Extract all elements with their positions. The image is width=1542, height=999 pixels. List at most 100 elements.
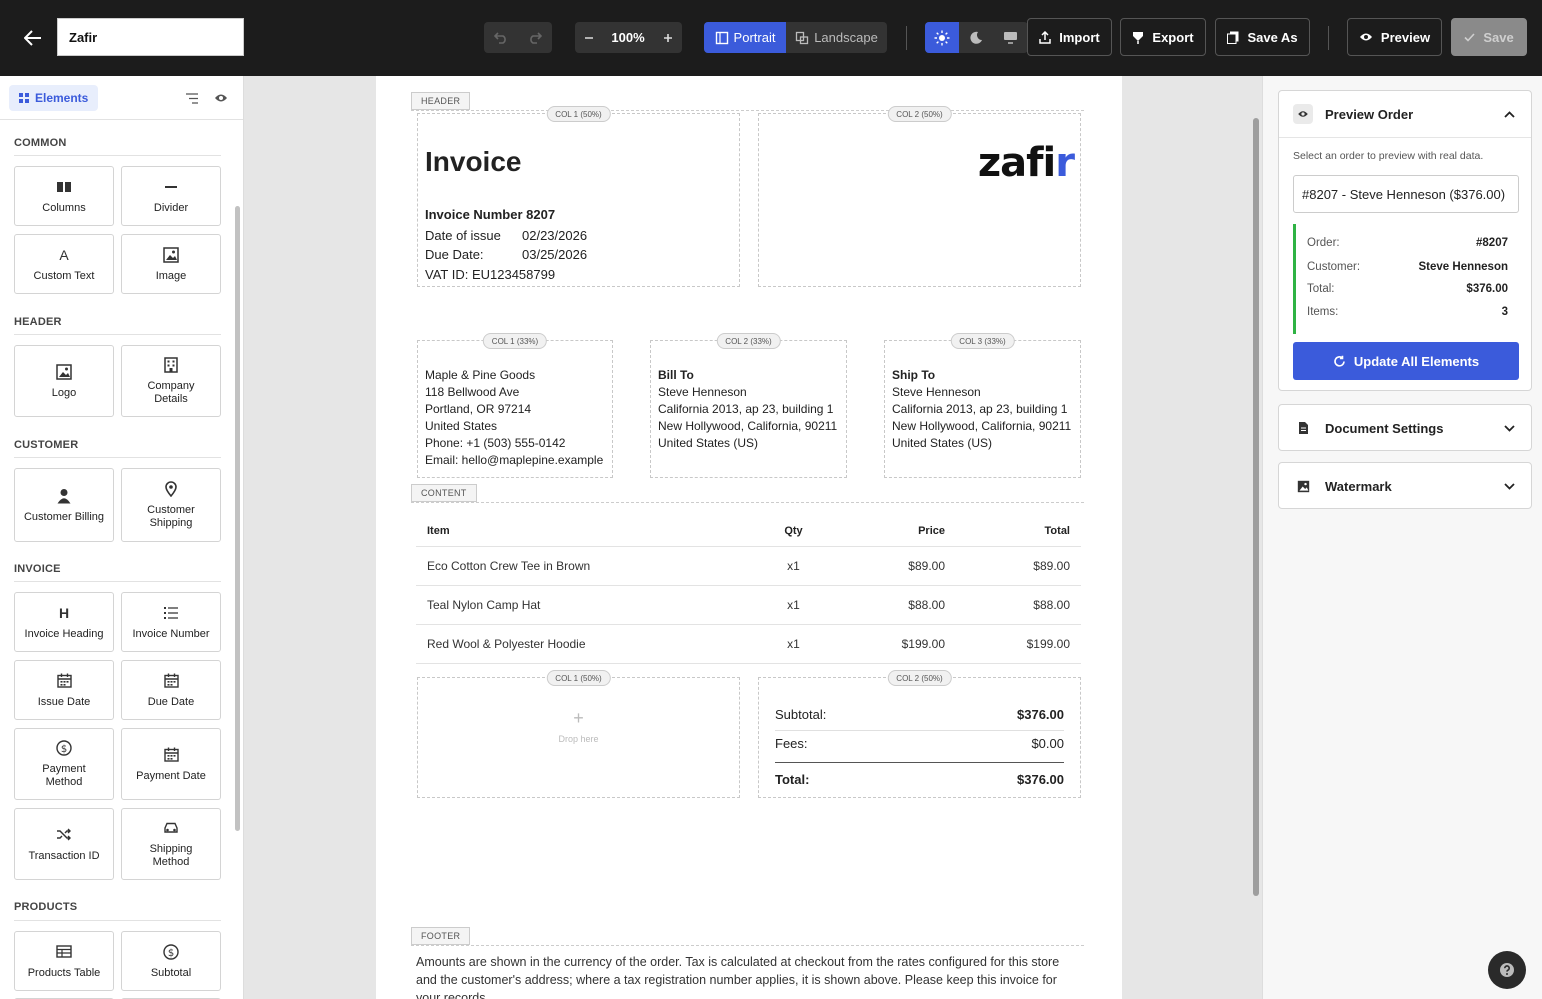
- element-invoice-number[interactable]: Invoice Number: [121, 592, 221, 652]
- tab-elements[interactable]: Elements: [9, 85, 99, 111]
- items-label: Items:: [1307, 306, 1339, 318]
- element-shipping-method[interactable]: Shipping Method: [121, 808, 221, 880]
- zoom-in-button[interactable]: [653, 22, 682, 53]
- header-col-2[interactable]: COL 2 (50%) zafir: [758, 106, 1081, 287]
- company-name: Maple & Pine Goods: [425, 368, 536, 382]
- order-select[interactable]: #8207 - Steve Henneson ($376.00): [1293, 175, 1519, 213]
- company-details[interactable]: Maple & Pine Goods 118 Bellwood Ave Port…: [425, 367, 603, 469]
- chevron-up-icon: [1501, 106, 1517, 122]
- customer-label: Customer:: [1307, 261, 1361, 273]
- section-header-title: HEADER: [14, 316, 62, 328]
- customer-billing[interactable]: Bill To Steve Henneson California 2013, …: [658, 367, 837, 452]
- portrait-button[interactable]: Portrait: [704, 22, 786, 53]
- drop-zone-col[interactable]: COL 1 (50%) + Drop here: [417, 670, 740, 798]
- undo-redo-group: [484, 22, 552, 53]
- ship-to-col[interactable]: COL 3 (33%) Ship To Steve Henneson Calif…: [884, 333, 1081, 478]
- ship-to-line: New Hollywood, California, 90211: [892, 419, 1072, 433]
- portrait-label: Portrait: [733, 30, 776, 45]
- summary-row-items: Items: 3: [1307, 306, 1508, 318]
- watermark-header[interactable]: Watermark: [1279, 463, 1531, 509]
- element-columns[interactable]: Columns: [14, 166, 114, 226]
- heading-icon: H: [58, 604, 70, 621]
- col-tag: COL 2 (50%): [887, 106, 952, 122]
- toolbar-divider: [1328, 26, 1329, 50]
- content-section-line: [411, 502, 1084, 503]
- element-custom-text[interactable]: A Custom Text: [14, 234, 114, 294]
- redo-button[interactable]: [518, 22, 552, 53]
- light-theme-button[interactable]: [925, 22, 959, 53]
- document-name-input[interactable]: [57, 18, 244, 56]
- back-button[interactable]: [18, 24, 48, 52]
- company-street: 118 Bellwood Ave: [425, 385, 520, 399]
- save-as-button[interactable]: Save As: [1215, 18, 1310, 56]
- content-section-tag[interactable]: CONTENT: [411, 484, 477, 502]
- element-invoice-heading[interactable]: H Invoice Heading: [14, 592, 114, 652]
- company-phone: Phone: +1 (503) 555-0142: [425, 436, 566, 450]
- update-all-elements-button[interactable]: Update All Elements: [1293, 342, 1519, 380]
- issue-date-row[interactable]: Date of issue 02/23/2026: [425, 228, 587, 243]
- zoom-out-button[interactable]: [575, 22, 603, 53]
- minus-icon: [162, 178, 180, 196]
- element-customer-billing[interactable]: Customer Billing: [14, 468, 114, 542]
- element-subtotal-label: Subtotal: [150, 966, 192, 979]
- customer-shipping[interactable]: Ship To Steve Henneson California 2013, …: [892, 367, 1071, 452]
- svg-text:$: $: [168, 948, 174, 959]
- products-table[interactable]: Item Qty Price Total Eco Cotton Crew Tee…: [416, 516, 1081, 664]
- dark-theme-button[interactable]: [959, 22, 993, 53]
- preview-button[interactable]: Preview: [1347, 18, 1442, 56]
- drop-here-hint: Drop here: [558, 734, 599, 744]
- header-section-tag[interactable]: HEADER: [411, 92, 471, 110]
- sidebar-scrollbar[interactable]: [235, 206, 240, 831]
- element-subtotal[interactable]: $ Subtotal: [121, 931, 221, 991]
- summary-row-total: Total: $376.00: [1307, 283, 1508, 295]
- due-date-row[interactable]: Due Date: 03/25/2026: [425, 247, 587, 262]
- element-divider[interactable]: Divider: [121, 166, 221, 226]
- preview-order-header[interactable]: Preview Order: [1279, 91, 1531, 137]
- undo-button[interactable]: [484, 22, 518, 53]
- element-products-table[interactable]: Products Table: [14, 931, 114, 991]
- system-theme-button[interactable]: [993, 22, 1028, 53]
- import-button[interactable]: Import: [1027, 18, 1112, 56]
- bill-to-col[interactable]: COL 2 (33%) Bill To Steve Henneson Calif…: [650, 333, 847, 478]
- calendar-icon: [162, 672, 180, 690]
- element-payment-method[interactable]: $ Payment Method: [14, 728, 114, 800]
- plus-icon: [663, 33, 672, 42]
- subtotal-row[interactable]: Subtotal: $376.00: [775, 707, 1064, 722]
- export-button[interactable]: Export: [1120, 18, 1206, 56]
- canvas-scrollbar[interactable]: [1253, 118, 1259, 896]
- columns-icon: [55, 178, 73, 196]
- invoice-number[interactable]: Invoice Number 8207: [425, 207, 555, 222]
- element-due-date[interactable]: Due Date: [121, 660, 221, 720]
- element-image[interactable]: Image: [121, 234, 221, 294]
- layers-button[interactable]: [184, 90, 200, 106]
- total-row[interactable]: Total: $376.00: [775, 772, 1064, 787]
- help-button[interactable]: [1488, 951, 1526, 989]
- fees-row[interactable]: Fees: $0.00: [775, 736, 1064, 751]
- element-issue-date[interactable]: Issue Date: [14, 660, 114, 720]
- element-customer-shipping[interactable]: Customer Shipping: [121, 468, 221, 542]
- upload-icon: [1039, 30, 1052, 44]
- invoice-heading[interactable]: Invoice: [425, 146, 521, 178]
- element-transaction-id[interactable]: Transaction ID: [14, 808, 114, 880]
- footer-section-tag[interactable]: FOOTER: [411, 927, 471, 945]
- footer-text[interactable]: Amounts are shown in the currency of the…: [416, 953, 1076, 999]
- header-col-1[interactable]: COL 1 (50%) Invoice Invoice Number 8207 …: [417, 106, 740, 287]
- totals-col[interactable]: COL 2 (50%) Subtotal: $376.00 Fees: $0.00 …: [758, 670, 1081, 798]
- cell-qty: x1: [756, 585, 831, 625]
- landscape-button[interactable]: Landscape: [786, 22, 887, 53]
- vat-id[interactable]: VAT ID: EU123458799: [425, 267, 555, 282]
- ship-to-heading: Ship To: [892, 368, 936, 382]
- company-details-col[interactable]: COL 1 (33%) Maple & Pine Goods 118 Bellw…: [417, 333, 613, 478]
- company-logo[interactable]: zafir: [978, 140, 1075, 186]
- col-header-item: Item: [416, 516, 756, 547]
- visibility-button[interactable]: [213, 90, 229, 106]
- bill-to-heading: Bill To: [658, 368, 694, 382]
- portrait-icon: [715, 31, 728, 44]
- document-settings-header[interactable]: Document Settings: [1279, 405, 1531, 451]
- element-logo[interactable]: Logo: [14, 345, 114, 417]
- element-company-details[interactable]: Company Details: [121, 345, 221, 417]
- fees-label: Fees:: [775, 736, 808, 751]
- save-button[interactable]: Save: [1451, 18, 1527, 56]
- element-shipping-method-label: Shipping Method: [149, 843, 193, 868]
- element-payment-date[interactable]: Payment Date: [121, 728, 221, 800]
